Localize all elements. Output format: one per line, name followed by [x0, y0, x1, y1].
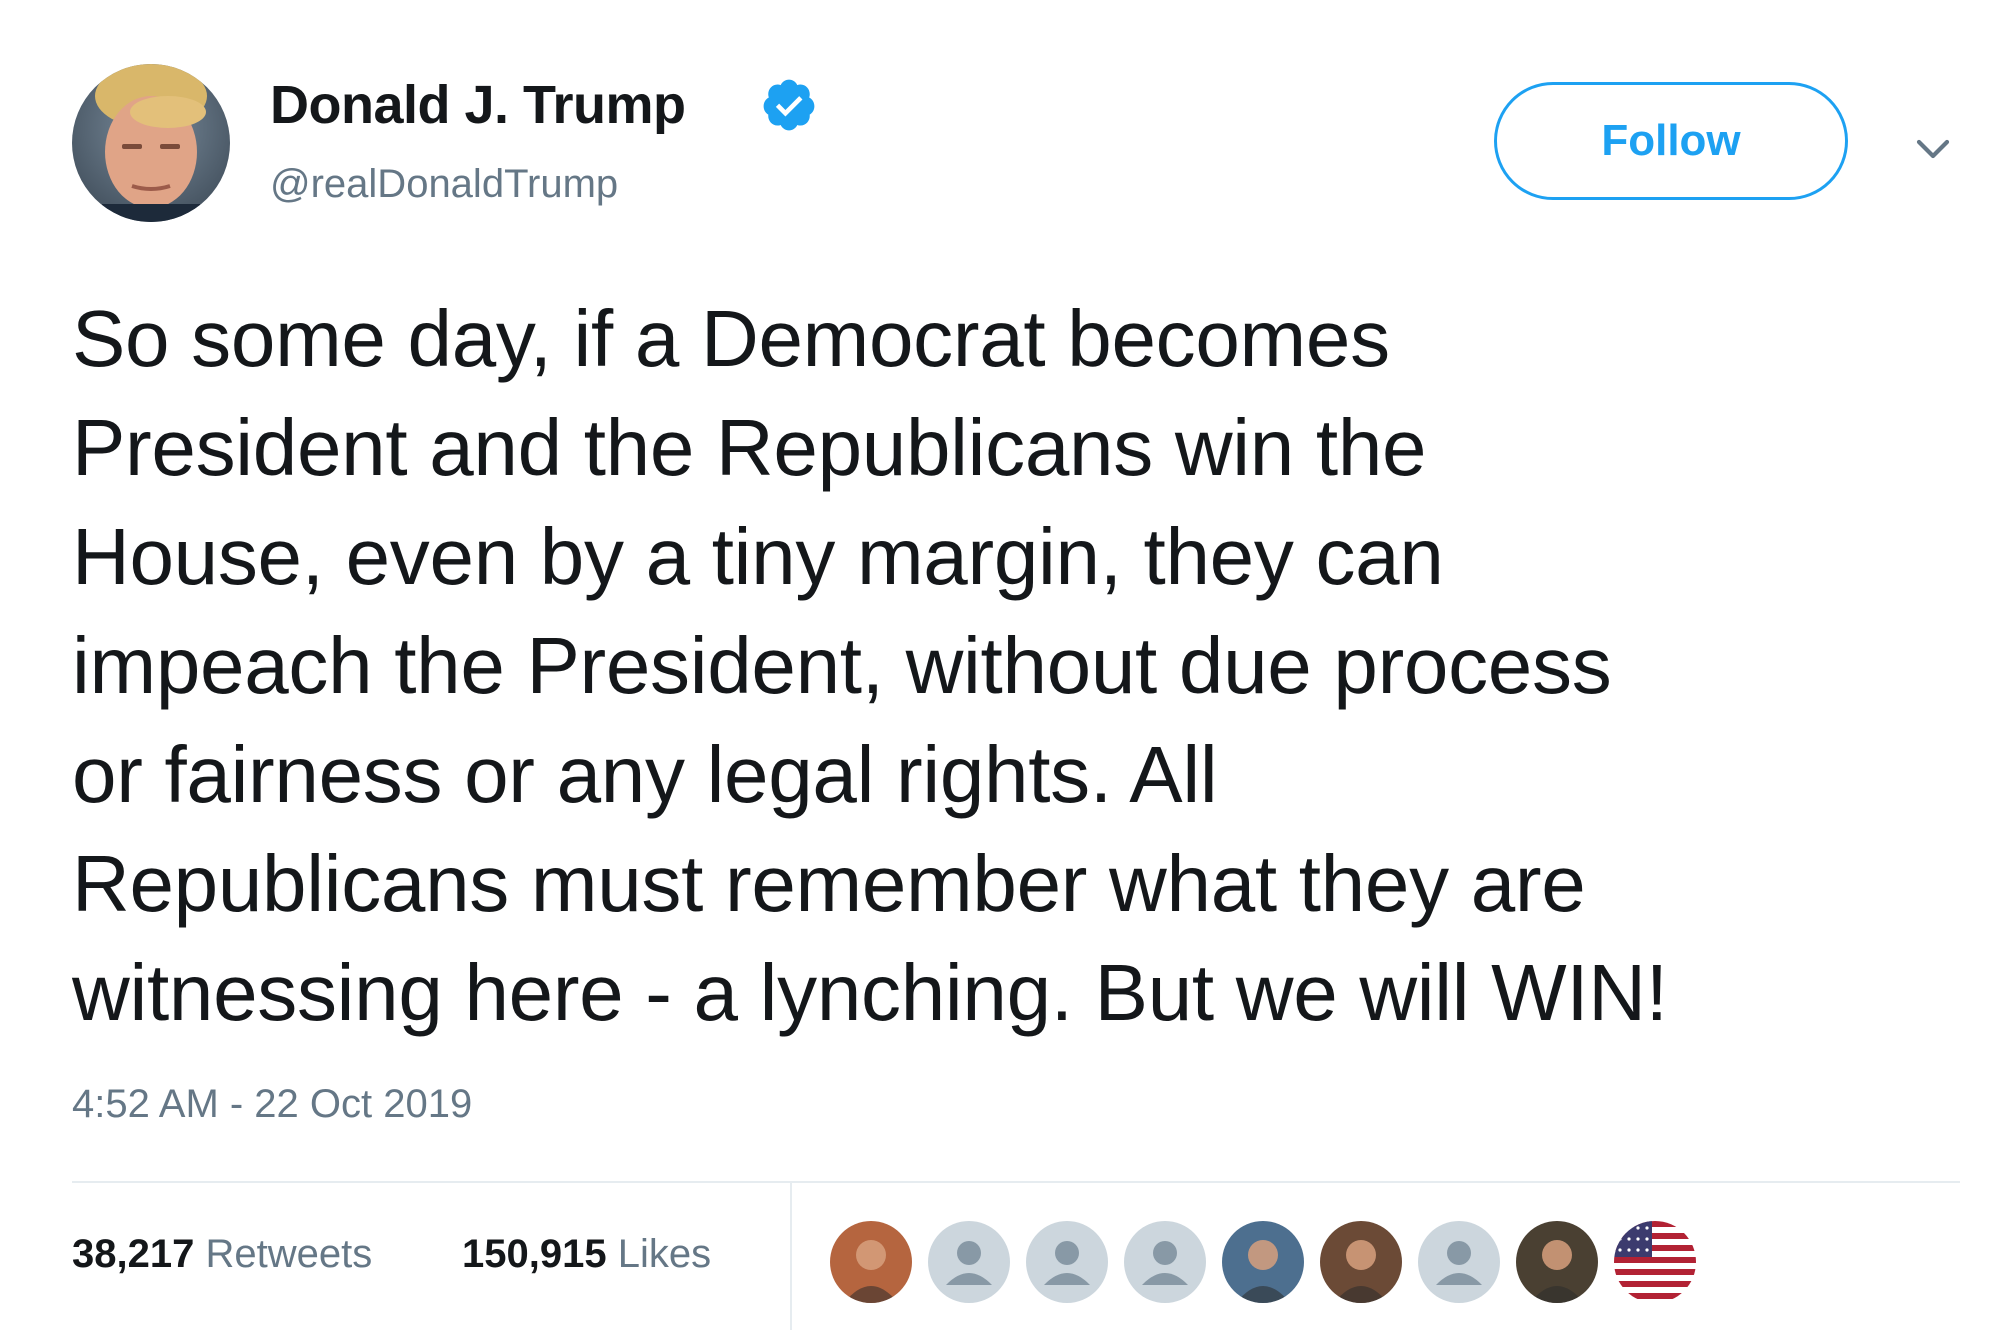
liker-avatar-photo[interactable]: [1516, 1221, 1598, 1303]
us-flag-icon: [1614, 1221, 1696, 1303]
liker-avatar-photo[interactable]: [1222, 1221, 1304, 1303]
default-profile-icon: [1124, 1221, 1206, 1303]
liker-avatar-default[interactable]: [928, 1221, 1010, 1303]
liker-avatar-default[interactable]: [1026, 1221, 1108, 1303]
liker-avatar-flag[interactable]: [1614, 1221, 1696, 1303]
liker-avatar-photo[interactable]: [830, 1221, 912, 1303]
author-display-name[interactable]: Donald J. Trump: [270, 74, 686, 136]
divider: [72, 1181, 1960, 1183]
tweet-text-line: President and the Republicans win the: [72, 403, 1427, 492]
retweets-label: Retweets: [205, 1232, 373, 1276]
liker-avatar-default[interactable]: [1124, 1221, 1206, 1303]
tweet-text-line: impeach the President, without due proce…: [72, 621, 1612, 710]
chevron-down-icon[interactable]: [1912, 128, 1954, 170]
author-handle[interactable]: @realDonaldTrump: [270, 162, 618, 207]
tweet-text-line: House, even by a tiny margin, they can: [72, 512, 1444, 601]
retweets-count: 38,217: [72, 1232, 195, 1276]
verified-badge-icon: [763, 79, 815, 131]
default-profile-icon: [928, 1221, 1010, 1303]
tweet-text-line: Republicans must remember what they are: [72, 839, 1586, 928]
author-avatar[interactable]: [72, 64, 230, 222]
profile-photo-icon: [830, 1221, 912, 1303]
liker-avatar-photo[interactable]: [1320, 1221, 1402, 1303]
tweet-text-line: witnessing here - a lynching. But we wil…: [72, 948, 1668, 1037]
retweets-stat[interactable]: 38,217 Retweets: [72, 1232, 372, 1277]
tweet-text: So some day, if a Democrat becomes Presi…: [72, 284, 1972, 1047]
likes-label: Likes: [617, 1232, 712, 1276]
default-profile-icon: [1026, 1221, 1108, 1303]
default-profile-icon: [1418, 1221, 1500, 1303]
tweet-text-line: or fairness or any legal rights. All: [72, 730, 1218, 819]
profile-photo-icon: [1516, 1221, 1598, 1303]
tweet-timestamp[interactable]: 4:52 AM - 22 Oct 2019: [72, 1082, 472, 1127]
follow-button[interactable]: Follow: [1494, 82, 1848, 200]
tweet-card: Donald J. Trump @realDonaldTrump Follow …: [0, 0, 2000, 1330]
profile-photo-icon: [1320, 1221, 1402, 1303]
profile-photo-icon: [1222, 1221, 1304, 1303]
profile-photo-icon: [72, 64, 230, 222]
liker-avatar-default[interactable]: [1418, 1221, 1500, 1303]
likes-count: 150,915: [462, 1232, 607, 1276]
stats-divider: [790, 1183, 792, 1330]
tweet-text-line: So some day, if a Democrat becomes: [72, 294, 1390, 383]
likes-stat[interactable]: 150,915 Likes: [462, 1232, 711, 1277]
